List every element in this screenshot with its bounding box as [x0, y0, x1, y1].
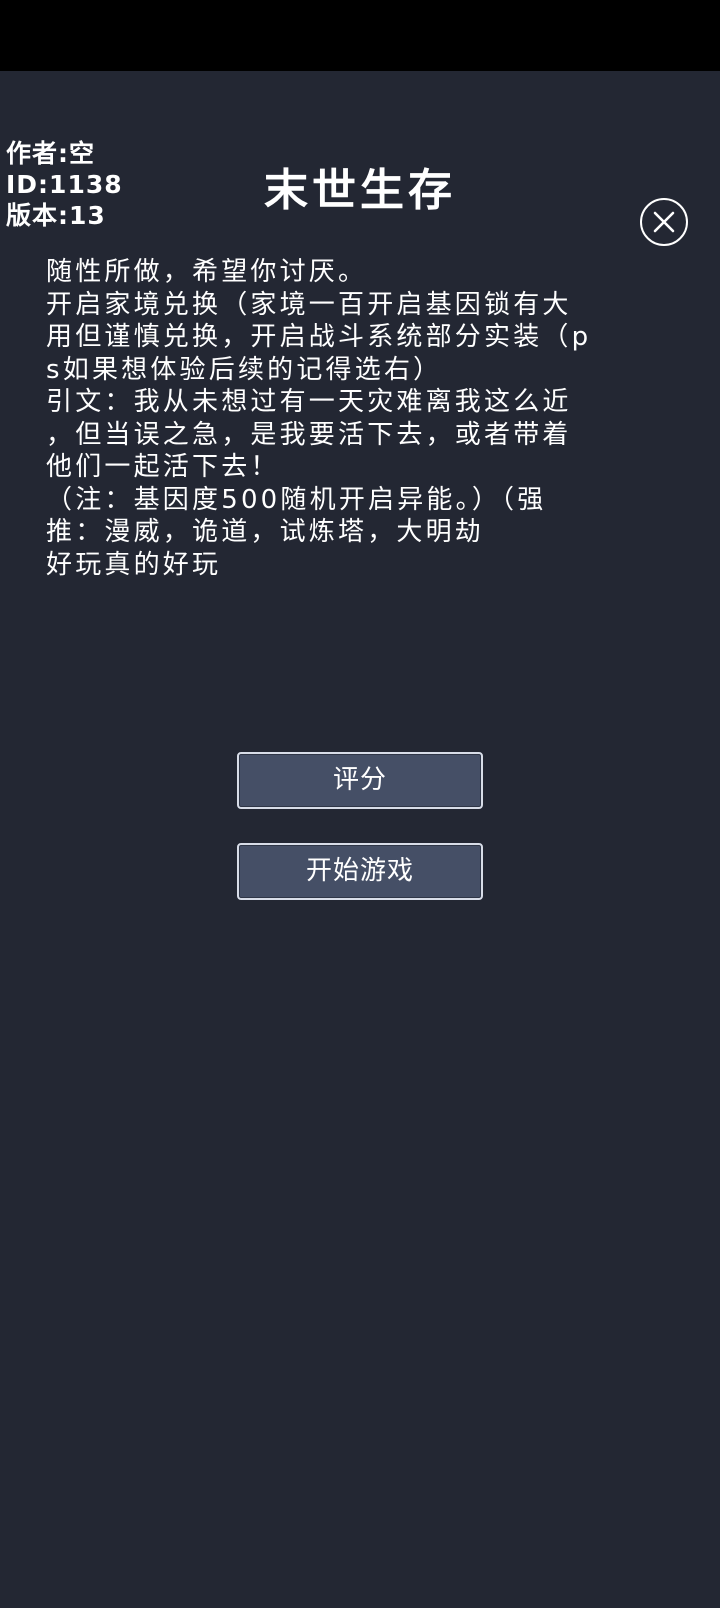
start-game-button[interactable]: 开始游戏: [237, 843, 483, 900]
description-line: 好玩真的好玩: [46, 549, 222, 580]
description-line: 推：漫威，诡道，试炼塔，大明劫: [46, 517, 485, 547]
rate-button[interactable]: 评分: [237, 752, 483, 809]
status-bar: [0, 0, 720, 71]
description-line: ，但当误之急，是我要活下去，或者带着: [46, 419, 572, 450]
description-line: 开启家境兑换（家境一百开启基因锁有大: [46, 289, 572, 320]
description-line: （注：基因度500随机开启异能。）（强: [46, 484, 547, 515]
page-title: 末世生存: [264, 165, 456, 216]
description-line: 随性所做，希望你讨厌。: [46, 257, 368, 287]
description-line: 他们一起活下去！: [46, 452, 280, 482]
game-description: 随性所做，希望你讨厌。 开启家境兑换（家境一百开启基因锁有大 用但谨慎兑换，开启…: [46, 256, 666, 581]
description-line: 用但谨慎兑换，开启战斗系统部分实装（p: [46, 322, 592, 352]
description-line: s如果想体验后续的记得选右）: [46, 354, 443, 385]
close-icon: [653, 211, 675, 233]
description-line: 引文：我从未想过有一天灾难离我这么近: [46, 387, 572, 417]
close-button[interactable]: [640, 198, 688, 246]
